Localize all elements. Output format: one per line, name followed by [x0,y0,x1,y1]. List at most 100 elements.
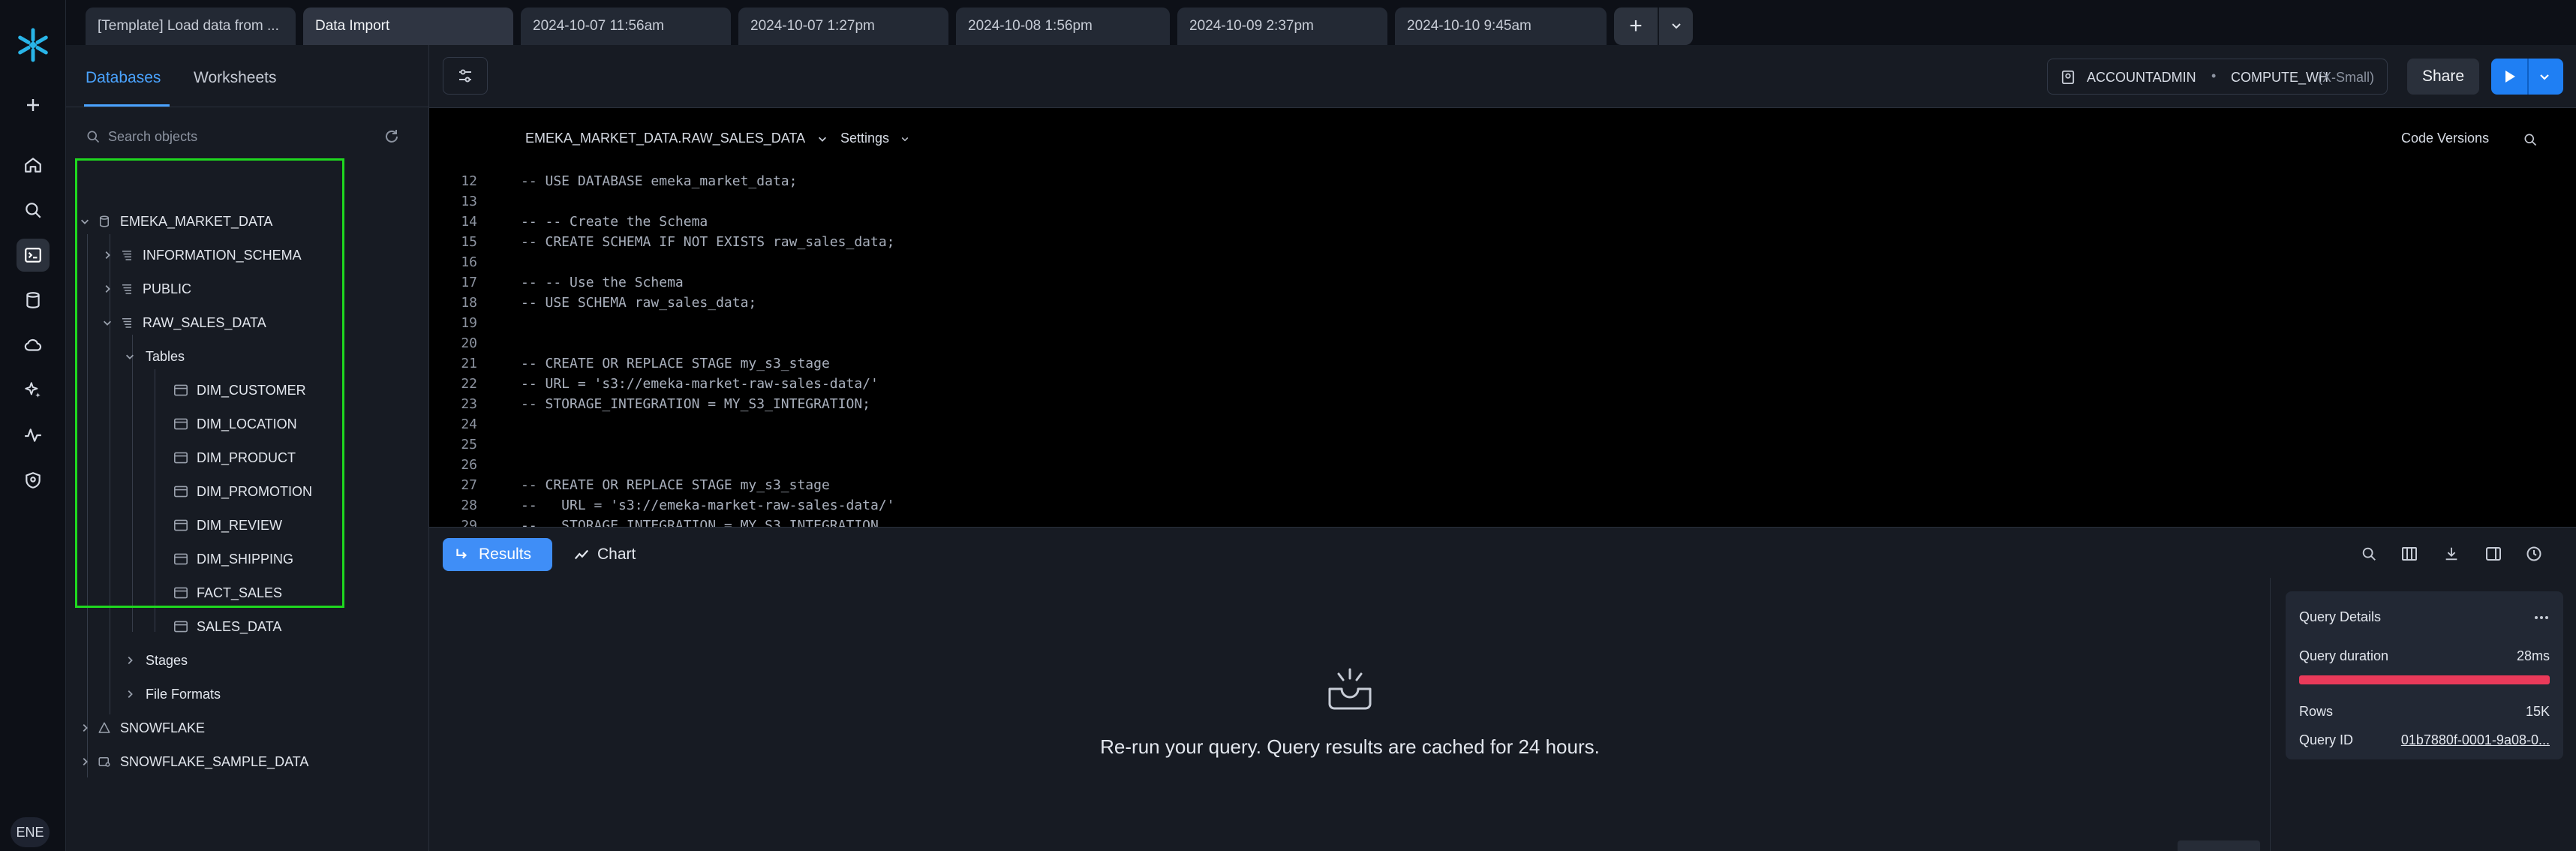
tab-2024-10-09-237[interactable]: 2024-10-09 2:37pm [1177,8,1387,45]
sql-editor[interactable]: EMEKA_MARKET_DATA.RAW_SALES_DATA Setting… [429,108,2576,527]
role-warehouse-selector[interactable]: ACCOUNTADMIN • COMPUTE_WH (X-Small) [2047,59,2388,95]
tree-label: File Formats [146,686,221,702]
chart-tab-button[interactable]: Chart [573,538,636,571]
monitoring-nav[interactable] [17,419,50,452]
results-tab-button[interactable]: Results [443,538,552,571]
add-tab-button[interactable]: + [1614,8,1658,45]
tree-table[interactable]: SALES_DATA [170,614,281,639]
warehouse-size: (X-Small) [2318,70,2374,85]
chevron-down-icon [1671,23,1681,29]
tab-2024-10-07-1156[interactable]: 2024-10-07 11:56am [521,8,731,45]
play-icon [2505,71,2515,83]
line-number: 23 [461,396,477,412]
data-products-nav[interactable] [17,329,50,362]
columns-icon [2402,547,2417,561]
sparkle-icon [25,382,41,398]
tab-2024-10-07-127[interactable]: 2024-10-07 1:27pm [738,8,948,45]
code-text: -- URL = 's3://emeka-market-raw-sales-da… [521,498,895,513]
line-number: 25 [461,437,477,453]
settings-menu[interactable]: Settings [840,131,909,146]
more-options-icon[interactable] [2533,611,2550,624]
new-tab-group: + [1614,8,1693,45]
chevron-right-icon [128,690,133,698]
database-icon [26,292,40,308]
data-nav[interactable] [17,284,50,317]
role-label: ACCOUNTADMIN [2087,70,2196,85]
run-button[interactable] [2491,59,2563,95]
horizontal-scrollbar[interactable] [2178,840,2260,851]
code-text: -- USE DATABASE emeka_market_data; [521,173,798,189]
rows-row: Rows 15K [2299,704,2550,719]
projects-nav[interactable] [17,239,50,272]
code-text: -- URL = 's3://emeka-market-raw-sales-da… [521,376,879,392]
code-versions-button[interactable]: Code Versions [2401,131,2489,146]
tab-2024-10-08-156[interactable]: 2024-10-08 1:56pm [956,8,1170,45]
tree-db-snowflake[interactable]: SNOWFLAKE [77,715,205,741]
tree-label: SNOWFLAKE_SAMPLE_DATA [120,753,309,769]
user-avatar[interactable]: ENE [11,817,50,847]
code-line: 24 [429,414,2576,435]
code-line: 28 -- URL = 's3://emeka-market-raw-sales-… [429,495,2576,516]
query-id-link[interactable]: 01b7880f-0001-9a08-0... [2401,732,2550,748]
filter-button[interactable] [443,57,488,95]
code-line: 18 -- USE SCHEMA raw_sales_data; [429,293,2576,313]
search-objects-input[interactable] [108,125,363,149]
results-label: Results [479,546,532,563]
table-icon [174,621,188,633]
return-arrow-icon [456,549,467,559]
context-selector[interactable]: EMEKA_MARKET_DATA.RAW_SALES_DATA [525,131,828,146]
context-label: EMEKA_MARKET_DATA.RAW_SALES_DATA [525,131,805,146]
settings-label: Settings [840,131,890,146]
worksheet-toolbar: ACCOUNTADMIN • COMPUTE_WH (X-Small) Shar… [429,45,2576,108]
role-badge-icon [2061,71,2075,84]
search-icon [26,203,41,218]
line-number: 17 [461,275,477,290]
columns-button[interactable] [2398,543,2421,565]
admin-nav[interactable] [17,464,50,497]
line-number: 15 [461,234,477,250]
tab-data-import[interactable]: Data Import [303,8,513,45]
selection-highlight-box [75,158,344,608]
tab-worksheets[interactable]: Worksheets [194,69,277,87]
line-number: 24 [461,416,477,432]
search-results-button[interactable] [2358,543,2380,565]
tab-menu-button[interactable] [1659,8,1693,45]
chevron-down-icon [819,137,827,143]
code-line: 29 -- STORAGE_INTEGRATION = MY_S3_INTEGRA… [429,516,2576,527]
line-number: 26 [461,457,477,473]
code-line: 26 [429,455,2576,475]
results-toolbar: Results Chart [429,527,2576,578]
code-text: -- STORAGE_INTEGRATION = MY_S3_INTEGRATI… [521,396,870,412]
home-nav[interactable] [17,149,50,182]
code-text: -- STORAGE_INTEGRATION = MY_S3_INTEGRATI… [521,518,879,527]
query-duration-value: 28ms [2516,648,2550,663]
code-line: 16 [429,252,2576,272]
worksheet-terminal-icon [25,248,41,263]
refresh-icon[interactable] [383,128,401,146]
query-duration-row: Query duration 28ms [2299,648,2550,663]
snowflake-logo-icon [18,28,48,62]
chevron-right-icon [83,724,88,732]
separator-dot: • [2211,68,2217,83]
tab-databases[interactable]: Databases [86,69,161,87]
line-number: 12 [461,173,477,189]
tab-template-load-data[interactable]: [Template] Load data from ... [86,8,296,45]
download-button[interactable] [2440,543,2463,565]
share-button[interactable]: Share [2407,59,2479,95]
create-button[interactable] [17,89,50,122]
search-nav[interactable] [17,194,50,227]
tab-2024-10-10-945[interactable]: 2024-10-10 9:45am [1395,8,1607,45]
tree-db-snowflake-sample-data[interactable]: SNOWFLAKE_SAMPLE_DATA [77,749,308,774]
code-line: 19 [429,313,2576,333]
query-details-card: Query Details Query duration 28ms Rows 1… [2286,591,2563,759]
query-history-button[interactable] [2523,543,2545,565]
chevron-right-icon [83,758,88,765]
toggle-panel-button[interactable] [2482,543,2505,565]
tree-folder-file-formats[interactable]: File Formats [122,681,221,707]
ai-ml-nav[interactable] [17,374,50,407]
line-chart-icon [574,549,589,560]
snowflake-logo[interactable] [14,26,53,65]
tree-folder-stages[interactable]: Stages [122,648,188,673]
search-icon[interactable] [2523,132,2538,147]
chevron-down-icon[interactable] [2538,71,2551,83]
